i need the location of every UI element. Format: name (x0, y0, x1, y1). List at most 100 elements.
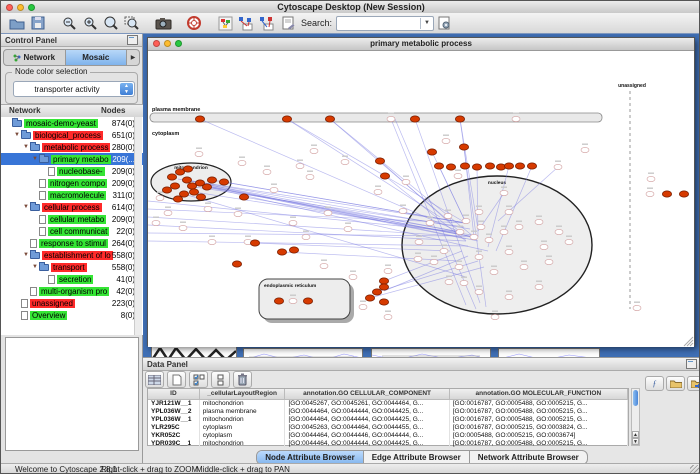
small-network-node[interactable] (646, 191, 654, 196)
zoom-selected-button[interactable] (122, 14, 142, 32)
network-node[interactable] (277, 249, 286, 255)
background-window-fragment[interactable] (151, 346, 237, 357)
network-node[interactable] (282, 116, 291, 122)
network-node[interactable] (446, 164, 455, 170)
table-cell[interactable]: [GO:0044464, GO:0044444, GO:0044425, G..… (285, 440, 449, 448)
small-network-node[interactable] (195, 151, 203, 156)
table-cell[interactable]: [GO:0005488, GO:0005215, GO:0003674] (450, 432, 628, 440)
search-input[interactable]: ▼ (336, 16, 434, 31)
network-node[interactable] (207, 177, 216, 183)
tree-row-secretion[interactable]: secretion41(0) (1, 273, 143, 285)
small-network-node[interactable] (475, 209, 483, 214)
small-network-node[interactable] (535, 219, 543, 224)
table-row-ykr052c[interactable]: YKR052Ccytoplasm[GO:0044464, GO:0044446,… (148, 432, 628, 440)
table-cell[interactable]: YKR052C (148, 432, 200, 440)
network-node[interactable] (232, 261, 241, 267)
table-cell[interactable]: [GO:0016787, GO:0005488, GO:0005215, G..… (450, 416, 628, 424)
zoom-in-button[interactable] (80, 14, 100, 32)
tree-expander-icon[interactable]: ▼ (13, 132, 21, 138)
tree-row-metabolic-process[interactable]: ▼metabolic process280(0) (1, 141, 143, 153)
small-network-node[interactable] (444, 213, 452, 218)
small-network-node[interactable] (490, 269, 498, 274)
background-window-fragment[interactable] (243, 348, 363, 357)
tab-network[interactable]: Network (4, 50, 65, 65)
table-cell[interactable]: YPL036W__1 (148, 416, 200, 424)
network-node[interactable] (372, 289, 381, 295)
small-network-node[interactable] (442, 138, 450, 143)
edit-network-edges-button[interactable] (257, 14, 277, 32)
small-network-node[interactable] (445, 279, 453, 284)
table-cell[interactable]: cytoplasm (200, 432, 286, 440)
table-cell[interactable]: mitochondrion (200, 400, 286, 408)
network-node[interactable] (196, 194, 205, 200)
network-node[interactable] (195, 116, 204, 122)
network-node[interactable] (455, 116, 464, 122)
tree-row-biological-process[interactable]: ▼biological_process651(0) (1, 129, 143, 141)
small-network-node[interactable] (164, 210, 172, 215)
table-cell[interactable]: YDR039C__1 (148, 440, 200, 448)
network-node[interactable] (189, 189, 198, 195)
small-network-node[interactable] (289, 220, 297, 225)
network-node[interactable] (485, 163, 494, 169)
table-cell[interactable]: mitochondrion (200, 440, 286, 448)
small-network-node[interactable] (430, 259, 438, 264)
small-network-node[interactable] (263, 169, 271, 174)
table-scrollbar[interactable]: ▲ ▼ (631, 388, 640, 446)
table-cell[interactable]: cytoplasm (200, 424, 286, 432)
canvas-resize-grip[interactable] (687, 340, 693, 346)
small-network-node[interactable] (535, 284, 543, 289)
select-attributes-button[interactable] (145, 371, 164, 388)
small-network-node[interactable] (505, 209, 513, 214)
network-node[interactable] (365, 295, 374, 301)
small-network-node[interactable] (440, 248, 448, 253)
table-cell[interactable]: [GO:0045267, GO:0045261, GO:0044464, G..… (285, 400, 449, 408)
network-node[interactable] (183, 166, 192, 172)
network-node[interactable] (167, 174, 176, 180)
tree-row-mosaic-demo-yeast[interactable]: mosaic-demo-yeast874(0) (1, 117, 143, 129)
small-network-node[interactable] (545, 259, 553, 264)
small-network-node[interactable] (208, 239, 216, 244)
network-node[interactable] (472, 164, 481, 170)
small-network-node[interactable] (234, 211, 242, 216)
small-network-node[interactable] (204, 206, 212, 211)
table-cell[interactable]: [GO:0044464, GO:0044444, GO:0044425, G..… (285, 408, 449, 416)
select-all-attributes-button[interactable] (189, 371, 208, 388)
small-network-node[interactable] (387, 116, 395, 121)
network-node[interactable] (303, 298, 312, 304)
table-row-ylr295c[interactable]: YLR295Ccytoplasm[GO:0045263, GO:0044464,… (148, 424, 628, 432)
small-network-node[interactable] (512, 116, 520, 121)
scroll-down-arrow[interactable]: ▼ (632, 438, 639, 445)
tree-row-establishment-of-lo[interactable]: ▼establishment of lo558(0) (1, 249, 143, 261)
tree-row-nitrogen-compo[interactable]: nitrogen compo209(0) (1, 177, 143, 189)
small-network-node[interactable] (374, 189, 382, 194)
small-network-node[interactable] (454, 173, 462, 178)
small-network-node[interactable] (554, 164, 562, 169)
background-window-fragment[interactable] (371, 348, 491, 357)
tree-row-cellular-process[interactable]: ▼cellular process614(0) (1, 201, 143, 213)
small-network-node[interactable] (402, 179, 410, 184)
tree-scrollbar[interactable] (134, 117, 142, 335)
small-network-node[interactable] (491, 314, 499, 319)
network-node[interactable] (202, 184, 211, 190)
snapshot-button[interactable] (153, 14, 173, 32)
scroll-up-arrow[interactable]: ▲ (632, 431, 639, 438)
vizmapper-button[interactable] (215, 14, 235, 32)
network-node[interactable] (379, 284, 388, 290)
column-header-cellularlayoutregion[interactable]: _cellularLayoutRegion (200, 389, 286, 399)
table-cell[interactable]: [GO:0016787, GO:0005488, GO:0005215, G..… (450, 408, 628, 416)
table-row-yjr121w-1[interactable]: YJR121W__1mitochondrion[GO:0045267, GO:0… (148, 400, 628, 408)
save-session-button[interactable] (28, 14, 48, 32)
small-network-node[interactable] (647, 176, 655, 181)
small-network-node[interactable] (475, 254, 483, 259)
tree-row-primary-metabo[interactable]: ▼primary metabo209(... (1, 153, 143, 165)
export-attributes-button[interactable] (687, 376, 700, 391)
small-network-node[interactable] (156, 195, 164, 200)
tree-header-network[interactable]: Network (9, 106, 41, 115)
small-network-node[interactable] (475, 289, 483, 294)
network-node[interactable] (325, 116, 334, 122)
small-network-node[interactable] (152, 220, 160, 225)
tree-expander-icon[interactable]: ▼ (22, 252, 30, 258)
small-network-node[interactable] (455, 264, 463, 269)
small-network-node[interactable] (310, 148, 318, 153)
network-canvas[interactable]: plasma membranecytoplasmmitochondrionnuc… (148, 51, 694, 347)
